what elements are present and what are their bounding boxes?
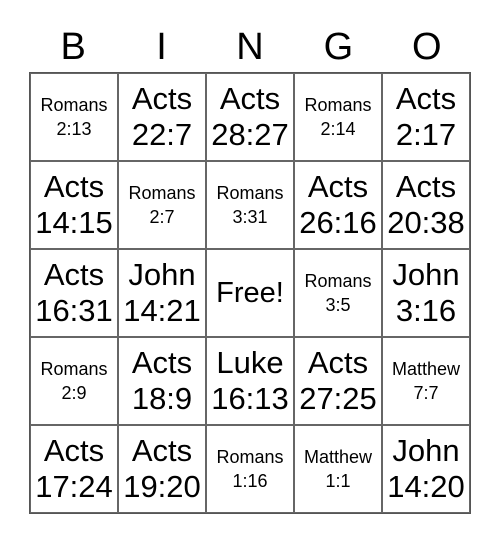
bingo-cell[interactable]: Acts 2:17 xyxy=(382,73,470,161)
bingo-cell[interactable]: Acts 17:24 xyxy=(30,425,118,513)
bingo-cell[interactable]: Matthew 1:1 xyxy=(294,425,382,513)
cell-book: Acts xyxy=(395,169,457,204)
cell-reference: 14:15 xyxy=(35,205,113,240)
cell-book: Acts xyxy=(307,345,369,380)
bingo-cell[interactable]: Acts 16:31 xyxy=(30,249,118,337)
header-letter-o: O xyxy=(411,26,442,68)
cell-reference: 28:27 xyxy=(211,117,289,152)
cell-reference: 1:16 xyxy=(232,471,268,491)
cell-book: Romans xyxy=(304,271,372,291)
cell-book: Acts xyxy=(131,81,193,116)
cell-reference: 14:20 xyxy=(387,469,465,504)
cell-book: Acts xyxy=(395,81,457,116)
cell-book: Romans xyxy=(40,95,108,115)
cell-reference: 18:9 xyxy=(131,381,193,416)
cell-book: Matthew xyxy=(303,447,373,467)
cell-book: Matthew xyxy=(391,359,461,379)
cell-book: John xyxy=(392,257,460,292)
cell-reference: 3:5 xyxy=(325,295,351,315)
cell-reference: 17:24 xyxy=(35,469,113,504)
cell-book: Romans xyxy=(128,183,196,203)
bingo-cell[interactable]: Romans 2:7 xyxy=(118,161,206,249)
cell-book: Acts xyxy=(219,81,281,116)
cell-reference: 2:13 xyxy=(56,119,92,139)
bingo-cell[interactable]: John 3:16 xyxy=(382,249,470,337)
header-letter-g: G xyxy=(323,26,354,68)
bingo-cell[interactable]: Matthew 7:7 xyxy=(382,337,470,425)
cell-book: Acts xyxy=(131,433,193,468)
cell-book: Acts xyxy=(307,169,369,204)
cell-reference: 2:9 xyxy=(61,383,87,403)
cell-reference: 20:38 xyxy=(387,205,465,240)
free-space-cell[interactable]: Free! xyxy=(206,249,294,337)
bingo-cell[interactable]: Romans 3:31 xyxy=(206,161,294,249)
cell-reference: 1:1 xyxy=(325,471,351,491)
cell-book: Acts xyxy=(43,433,105,468)
cell-reference: 2:14 xyxy=(320,119,356,139)
header-letter-i: I xyxy=(156,26,167,68)
bingo-header: B I N G O xyxy=(29,22,471,72)
cell-book: John xyxy=(128,257,196,292)
bingo-cell[interactable]: Romans 2:14 xyxy=(294,73,382,161)
cell-book: Acts xyxy=(131,345,193,380)
cell-reference: 16:13 xyxy=(211,381,289,416)
cell-reference: 26:16 xyxy=(299,205,377,240)
cell-book: Acts xyxy=(43,257,105,292)
cell-reference: 27:25 xyxy=(299,381,377,416)
cell-reference: 2:7 xyxy=(149,207,175,227)
bingo-cell[interactable]: Acts 22:7 xyxy=(118,73,206,161)
cell-reference: 22:7 xyxy=(131,117,193,152)
bingo-cell[interactable]: Romans 2:9 xyxy=(30,337,118,425)
bingo-cell[interactable]: Acts 27:25 xyxy=(294,337,382,425)
bingo-cell[interactable]: Acts 19:20 xyxy=(118,425,206,513)
cell-book: Romans xyxy=(304,95,372,115)
cell-book: Romans xyxy=(216,183,284,203)
cell-reference: 14:21 xyxy=(123,293,201,328)
bingo-cell[interactable]: John 14:20 xyxy=(382,425,470,513)
bingo-cell[interactable]: Acts 14:15 xyxy=(30,161,118,249)
cell-reference: 3:31 xyxy=(232,207,268,227)
cell-reference: 3:16 xyxy=(395,293,457,328)
cell-book: Luke xyxy=(216,345,284,380)
bingo-cell[interactable]: John 14:21 xyxy=(118,249,206,337)
bingo-cell[interactable]: Acts 26:16 xyxy=(294,161,382,249)
cell-reference: 19:20 xyxy=(123,469,201,504)
bingo-cell[interactable]: Romans 3:5 xyxy=(294,249,382,337)
bingo-cell[interactable]: Romans 2:13 xyxy=(30,73,118,161)
cell-reference: 2:17 xyxy=(395,117,457,152)
cell-book: Romans xyxy=(40,359,108,379)
bingo-cell[interactable]: Acts 20:38 xyxy=(382,161,470,249)
bingo-cell[interactable]: Romans 1:16 xyxy=(206,425,294,513)
cell-reference: 7:7 xyxy=(413,383,439,403)
free-space-label: Free! xyxy=(216,276,284,309)
cell-book: Romans xyxy=(216,447,284,467)
bingo-grid: Romans 2:13 Acts 22:7 Acts 28:27 Romans 2:14 Act… xyxy=(29,72,471,514)
bingo-cell[interactable]: Acts 18:9 xyxy=(118,337,206,425)
cell-book: Acts xyxy=(43,169,105,204)
header-letter-n: N xyxy=(236,26,264,68)
bingo-cell[interactable]: Luke 16:13 xyxy=(206,337,294,425)
cell-book: John xyxy=(392,433,460,468)
bingo-cell[interactable]: Acts 28:27 xyxy=(206,73,294,161)
cell-reference: 16:31 xyxy=(35,293,113,328)
header-letter-b: B xyxy=(60,26,86,68)
